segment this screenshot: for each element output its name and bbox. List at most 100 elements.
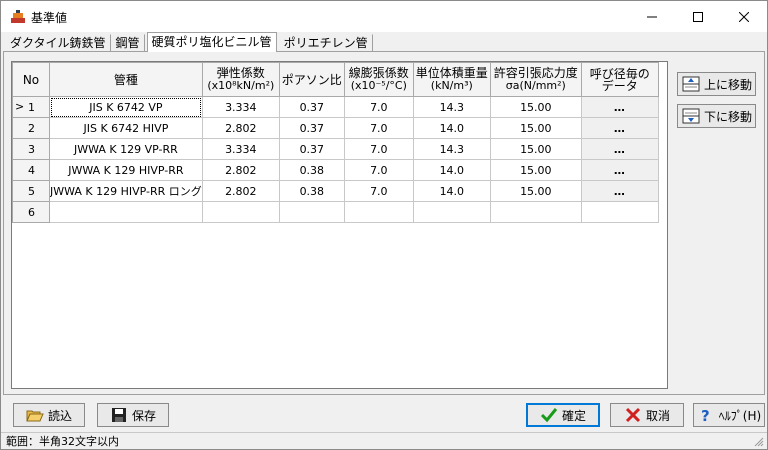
move-up-icon	[682, 76, 700, 92]
cell-nominal[interactable]	[580, 201, 659, 223]
cancel-label: 取消	[645, 408, 670, 423]
col-header-poisson[interactable]: ポアソン比	[278, 62, 345, 97]
cell-allowable[interactable]	[489, 201, 582, 223]
grid-table: No 管種 弾性係数 (x10⁸kN/m²) ポアソン比 線膨張係数 (x10⁻⁵/…	[12, 62, 659, 223]
cell-unit-weight[interactable]: 14.3	[412, 96, 491, 118]
row-header[interactable]: 3	[12, 138, 50, 160]
row-header[interactable]: >1	[12, 96, 50, 118]
cell-poisson[interactable]: 0.38	[278, 159, 345, 181]
read-button[interactable]: 読込	[13, 403, 85, 427]
nominal-data-button[interactable]: …	[580, 117, 659, 139]
cell-elastic[interactable]: 3.334	[201, 96, 280, 118]
read-label: 読込	[47, 408, 72, 423]
row-header[interactable]: 4	[12, 159, 50, 181]
cell-poisson[interactable]: 0.37	[278, 138, 345, 160]
nominal-data-button[interactable]: …	[580, 159, 659, 181]
tab-ductile-iron[interactable]: ダクタイル鋳鉄管	[5, 34, 111, 52]
col-header-allowable[interactable]: 許容引張応力度 σa(N/mm²)	[489, 62, 582, 97]
status-bar: 範囲：半角32文字以内	[1, 432, 767, 450]
dialog-window: 基準値 ダクタイル鋳鉄管 鋼管 硬質ポリ塩化ビニル管 ポリエチレン管 No 管種…	[0, 0, 768, 450]
data-grid[interactable]: No 管種 弾性係数 (x10⁸kN/m²) ポアソン比 線膨張係数 (x10⁻⁵/…	[11, 61, 668, 389]
cell-unit-weight[interactable]: 14.0	[412, 180, 491, 202]
cell-elastic[interactable]: 2.802	[201, 159, 280, 181]
close-button[interactable]	[721, 1, 767, 32]
cell-elastic[interactable]: 2.802	[201, 180, 280, 202]
table-row[interactable]: 5 JWWA K 129 HIVP-RR ロング 2.802 0.38 7.0 …	[12, 180, 659, 202]
col-header-elastic[interactable]: 弾性係数 (x10⁸kN/m²)	[201, 62, 280, 97]
nominal-data-button[interactable]: …	[580, 96, 659, 118]
cell-poisson[interactable]	[278, 201, 345, 223]
cell-thermal[interactable]: 7.0	[343, 180, 414, 202]
checkmark-icon	[540, 408, 558, 423]
cell-thermal[interactable]: 7.0	[343, 117, 414, 139]
cell-pipe-type[interactable]: JIS K 6742 HIVP	[49, 117, 203, 139]
col-header-unit-weight[interactable]: 単位体積重量 (kN/m³)	[412, 62, 491, 97]
cell-thermal[interactable]: 7.0	[343, 138, 414, 160]
cell-pipe-type[interactable]	[49, 201, 203, 223]
status-text: 範囲：半角32文字以内	[6, 435, 119, 448]
row-header[interactable]: 2	[12, 117, 50, 139]
cell-unit-weight[interactable]	[412, 201, 491, 223]
cell-thermal[interactable]: 7.0	[343, 159, 414, 181]
cell-poisson[interactable]: 0.37	[278, 117, 345, 139]
move-up-button[interactable]: 上に移動	[677, 72, 756, 96]
close-icon	[739, 11, 749, 22]
tab-polyethylene[interactable]: ポリエチレン管	[279, 34, 373, 52]
minimize-button[interactable]	[629, 1, 675, 32]
ok-label: 確定	[561, 408, 586, 423]
cell-thermal[interactable]	[343, 201, 414, 223]
cancel-button[interactable]: 取消	[610, 403, 684, 427]
floppy-disk-icon	[111, 408, 126, 422]
cell-elastic[interactable]: 2.802	[201, 117, 280, 139]
cell-pipe-type[interactable]: JWWA K 129 VP-RR	[49, 138, 203, 160]
cell-allowable[interactable]: 15.00	[489, 180, 582, 202]
table-row[interactable]: 6	[12, 201, 659, 223]
table-row[interactable]: 4 JWWA K 129 HIVP-RR 2.802 0.38 7.0 14.0…	[12, 159, 659, 181]
help-label: ﾍﾙﾌﾟ(H)	[718, 408, 762, 423]
cell-pipe-type[interactable]: JWWA K 129 HIVP-RR	[49, 159, 203, 181]
minimize-icon	[647, 16, 657, 17]
cell-allowable[interactable]: 15.00	[489, 159, 582, 181]
nominal-data-button[interactable]: …	[580, 180, 659, 202]
row-header[interactable]: 6	[12, 201, 50, 223]
cell-elastic[interactable]	[201, 201, 280, 223]
tab-steel[interactable]: 鋼管	[111, 34, 145, 52]
maximize-button[interactable]	[675, 1, 721, 32]
table-row[interactable]: 2 JIS K 6742 HIVP 2.802 0.37 7.0 14.0 15…	[12, 117, 659, 139]
resize-grip-icon[interactable]	[754, 437, 764, 447]
move-down-button[interactable]: 下に移動	[677, 104, 756, 128]
help-button[interactable]: ? ﾍﾙﾌﾟ(H)	[693, 403, 765, 427]
cell-unit-weight[interactable]: 14.0	[412, 117, 491, 139]
tab-pvc[interactable]: 硬質ポリ塩化ビニル管	[146, 32, 277, 52]
cell-allowable[interactable]: 15.00	[489, 138, 582, 160]
maximize-icon	[693, 11, 703, 22]
cell-thermal[interactable]: 7.0	[343, 96, 414, 118]
title-bar[interactable]: 基準値	[1, 1, 767, 32]
tab-strip: ダクタイル鋳鉄管 鋼管 硬質ポリ塩化ビニル管 ポリエチレン管	[5, 32, 373, 52]
svg-text:?: ?	[701, 407, 710, 423]
row-header[interactable]: 5	[12, 180, 50, 202]
cell-elastic[interactable]: 3.334	[201, 138, 280, 160]
col-header-pipe-type[interactable]: 管種	[49, 62, 203, 97]
ok-button[interactable]: 確定	[526, 403, 600, 427]
move-down-label: 下に移動	[704, 109, 753, 124]
current-row-pointer: >	[15, 100, 25, 113]
table-row[interactable]: >1 JIS K 6742 VP 3.334 0.37 7.0 14.3 15.…	[12, 96, 659, 118]
cancel-x-icon	[625, 407, 641, 423]
cell-poisson[interactable]: 0.38	[278, 180, 345, 202]
cell-poisson[interactable]: 0.37	[278, 96, 345, 118]
table-row[interactable]: 3 JWWA K 129 VP-RR 3.334 0.37 7.0 14.3 1…	[12, 138, 659, 160]
col-header-thermal[interactable]: 線膨張係数 (x10⁻⁵/°C)	[343, 62, 414, 97]
cell-pipe-type[interactable]: JIS K 6742 VP	[49, 96, 203, 118]
col-header-no[interactable]: No	[12, 62, 50, 97]
cell-allowable[interactable]: 15.00	[489, 96, 582, 118]
nominal-data-button[interactable]: …	[580, 138, 659, 160]
app-icon	[11, 10, 25, 23]
cell-allowable[interactable]: 15.00	[489, 117, 582, 139]
save-button[interactable]: 保存	[97, 403, 169, 427]
cell-unit-weight[interactable]: 14.3	[412, 138, 491, 160]
col-header-nominal[interactable]: 呼び径毎の データ	[580, 62, 659, 97]
move-up-label: 上に移動	[704, 77, 753, 92]
cell-pipe-type[interactable]: JWWA K 129 HIVP-RR ロング	[49, 180, 203, 202]
cell-unit-weight[interactable]: 14.0	[412, 159, 491, 181]
